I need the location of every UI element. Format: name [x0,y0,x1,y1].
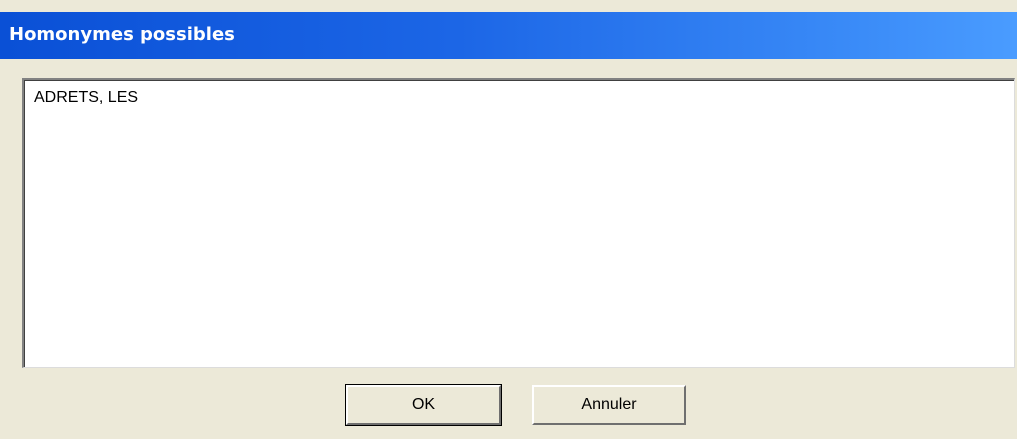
list-item[interactable]: ADRETS, LES [34,88,138,108]
homonyms-list[interactable]: ADRETS, LES [22,78,1015,368]
ok-button[interactable]: OK [345,384,502,426]
homonyms-dialog: Homonymes possibles ADRETS, LES OK Annul… [0,0,1017,439]
title-bar[interactable]: Homonymes possibles [0,12,1017,59]
window-title: Homonymes possibles [9,24,235,45]
cancel-button[interactable]: Annuler [532,385,686,425]
